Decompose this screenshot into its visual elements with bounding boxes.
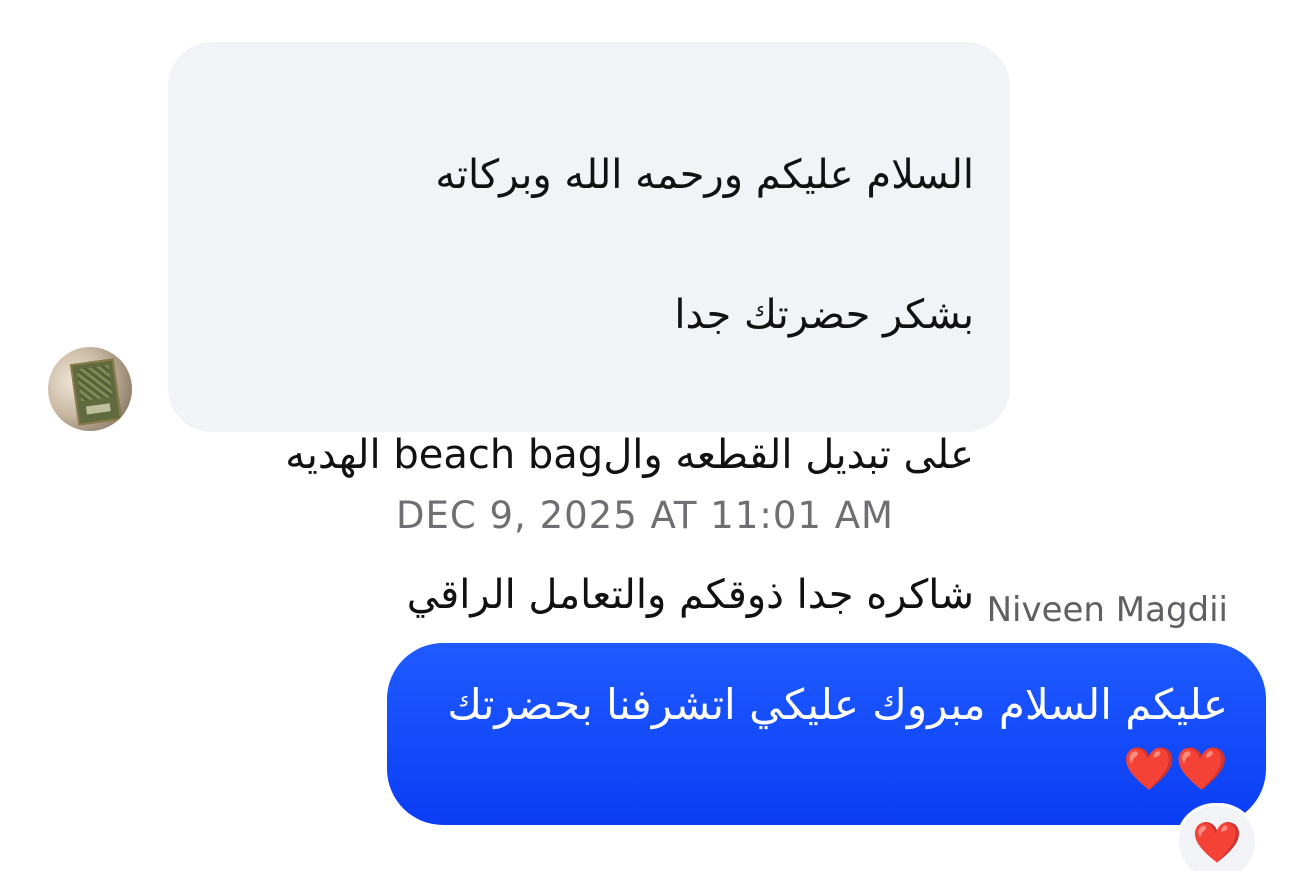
heart-reaction[interactable]: ❤️ [1176, 803, 1258, 871]
message-timestamp: DEC 9, 2025 AT 11:01 AM [396, 494, 894, 537]
message-line: السلام عليكم ورحمه الله وبركاته [435, 152, 974, 198]
sender-name: Niveen Magdii [986, 590, 1228, 630]
message-line: بشكر حضرتك جدا [674, 292, 974, 338]
message-line: شاكره جدا ذوقكم والتعامل الراقي [406, 572, 974, 618]
chat-thread: السلام عليكم ورحمه الله وبركاته بشكر حضر… [0, 0, 1290, 871]
message-line: ❤️❤️ [1123, 744, 1228, 793]
avatar-image [69, 358, 123, 426]
incoming-message-bubble[interactable]: السلام عليكم ورحمه الله وبركاته بشكر حضر… [168, 42, 1010, 758]
contact-avatar[interactable] [48, 347, 132, 431]
message-line: عليكم السلام مبروك عليكي اتشرفنا بحضرتك [447, 680, 1228, 729]
message-line: على تبديل القطعه والbeach bag الهديه [285, 432, 974, 478]
outgoing-message-text: عليكم السلام مبروك عليكي اتشرفنا بحضرتك … [418, 673, 1228, 801]
heart-icon: ❤️ [1192, 819, 1242, 866]
outgoing-message-bubble[interactable]: عليكم السلام مبروك عليكي اتشرفنا بحضرتك … [387, 643, 1266, 825]
